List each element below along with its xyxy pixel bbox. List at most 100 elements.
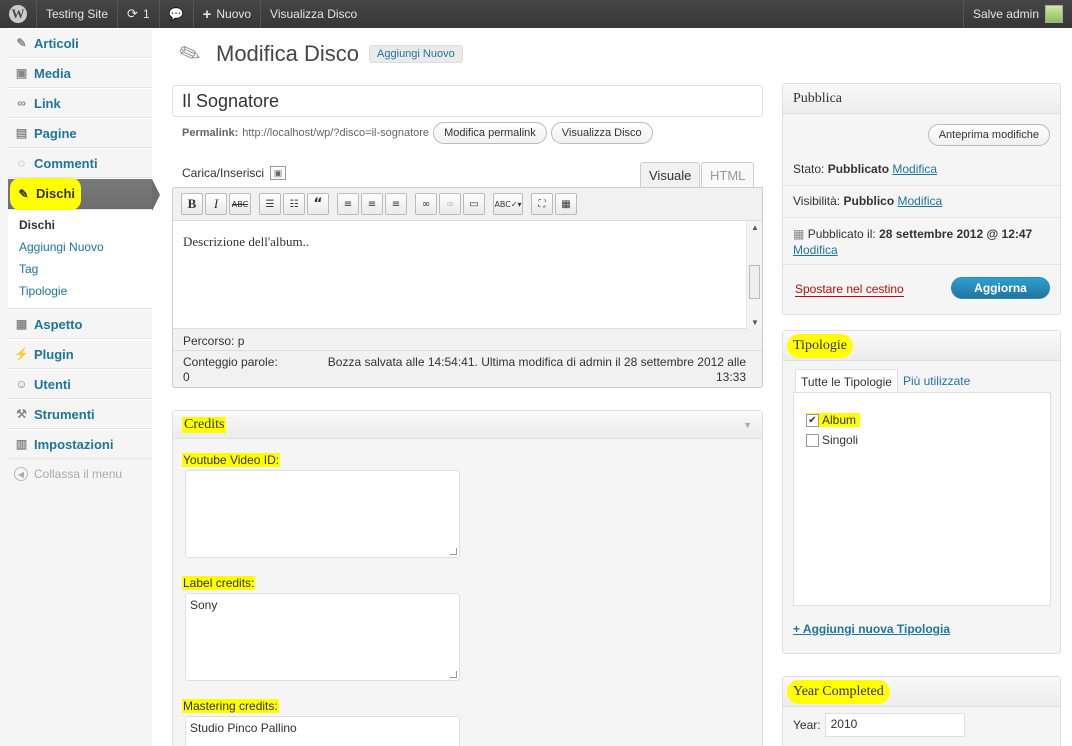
tab-all-tipologie[interactable]: Tutte le Tipologie (795, 369, 898, 393)
status-row: Stato: Pubblicato Modifica (793, 162, 937, 176)
move-to-trash-link[interactable]: Spostare nel cestino (795, 282, 904, 297)
update-button[interactable]: Aggiorna (951, 277, 1050, 299)
comment-icon: ◌ (17, 156, 26, 170)
comments-link[interactable]: 💬 (160, 0, 194, 28)
bold-icon[interactable]: B (181, 193, 203, 215)
edit-date-link[interactable]: Modifica (793, 243, 838, 257)
submenu-item-dischi[interactable]: Dischi (8, 214, 152, 236)
numbered-list-icon[interactable]: ☷ (283, 193, 305, 215)
credits-header[interactable]: Credits ▼ (173, 411, 762, 439)
word-count: Conteggio parole: 0 (183, 355, 278, 385)
published-date-row: ▦ Pubblicato il: 28 settembre 2012 @ 12:… (793, 226, 1032, 258)
calendar-icon: ▦ (793, 227, 805, 241)
menu-item-media[interactable]: ▣ Media (8, 58, 152, 88)
site-name-link[interactable]: Testing Site (37, 0, 119, 28)
category-album[interactable]: ✔ Album (806, 413, 861, 427)
menu-label: Link (34, 95, 61, 111)
post-editor: B I ABC ☰ ☷ “ ≡ ≡ ≡ ∞ ∞ ▭ ABC✓▾ ⛶ ▦ Desc… (172, 187, 763, 388)
tools-icon: ⚒ (16, 407, 27, 421)
fullscreen-icon[interactable]: ⛶ (531, 193, 553, 215)
permalink-row: Permalink: http://localhost/wp/?disco=il… (182, 122, 653, 144)
my-account-menu[interactable]: Salve admin (962, 0, 1072, 28)
permalink-label: Permalink: (182, 127, 239, 139)
word-count-label: Conteggio parole: (183, 355, 278, 369)
upload-label: Carica/Inserisci (182, 166, 265, 180)
tipologie-tabs: Tutte le Tipologie Più utilizzate (795, 369, 975, 393)
more-tag-icon[interactable]: ▭ (463, 193, 485, 215)
label-credits-field[interactable]: Sony (185, 593, 460, 681)
editor-content[interactable]: Descrizione dell'album.. ▲ ▼ (173, 221, 762, 329)
strikethrough-icon[interactable]: ABC (229, 193, 251, 215)
edit-permalink-button[interactable]: Modifica permalink (433, 122, 547, 144)
editor-scrollbar[interactable]: ▲ ▼ (746, 221, 762, 329)
menu-label: Impostazioni (34, 436, 114, 452)
tab-visual[interactable]: Visuale (640, 162, 701, 188)
align-right-icon[interactable]: ≡ (385, 193, 407, 215)
year-input[interactable]: 2010 (824, 713, 965, 737)
label-credits-label: Label credits: (182, 576, 256, 590)
submenu-item-add-new[interactable]: Aggiungi Nuovo (8, 236, 152, 258)
add-new-tipologia-link[interactable]: + Aggiungi nuova Tipologia (793, 622, 950, 636)
spellcheck-icon[interactable]: ABC✓▾ (493, 193, 523, 215)
submenu-item-tipologie[interactable]: Tipologie (8, 280, 152, 302)
scroll-down-icon[interactable]: ▼ (751, 318, 759, 327)
new-content-menu[interactable]: + Nuovo (194, 0, 262, 28)
italic-icon[interactable]: I (205, 193, 227, 215)
plugin-icon: ⚡ (14, 347, 29, 361)
mastering-credits-field[interactable]: Studio Pinco Pallino (185, 716, 460, 746)
page-header: ✎ Modifica Disco Aggiungi Nuovo (172, 36, 463, 72)
bullet-list-icon[interactable]: ☰ (259, 193, 281, 215)
collapse-menu-button[interactable]: ◀ Collassa il menu (8, 459, 152, 489)
preview-changes-button[interactable]: Anteprima modifiche (927, 124, 1050, 146)
menu-item-strumenti[interactable]: ⚒ Strumenti (8, 399, 152, 429)
tipologie-header[interactable]: Tipologie (783, 331, 1060, 361)
menu-item-commenti[interactable]: ◌ Commenti (8, 148, 152, 178)
view-post-button[interactable]: Visualizza Disco (550, 122, 653, 144)
kitchen-sink-icon[interactable]: ▦ (555, 193, 577, 215)
status-label: Stato: (793, 162, 825, 176)
edit-visibility-link[interactable]: Modifica (898, 194, 943, 208)
link-icon[interactable]: ∞ (415, 193, 437, 215)
unlink-icon[interactable]: ∞ (439, 193, 461, 215)
menu-item-plugin[interactable]: ⚡ Plugin (8, 339, 152, 369)
scroll-up-icon[interactable]: ▲ (751, 223, 759, 232)
menu-item-utenti[interactable]: ☺ Utenti (8, 369, 152, 399)
checkbox-checked-icon[interactable]: ✔ (806, 413, 819, 427)
submenu-item-tag[interactable]: Tag (8, 258, 152, 280)
menu-item-impostazioni[interactable]: ▥ Impostazioni (8, 429, 152, 459)
editor-content-text: Descrizione dell'album.. (183, 234, 310, 249)
menu-item-dischi[interactable]: ✎ Dischi (8, 178, 160, 211)
menu-item-pagine[interactable]: ▤ Pagine (8, 118, 152, 148)
align-left-icon[interactable]: ≡ (337, 193, 359, 215)
menu-item-aspetto[interactable]: ▦ Aspetto (8, 309, 152, 339)
updates-link[interactable]: ⟳ 1 (118, 0, 160, 28)
page-icon: ▤ (15, 126, 28, 140)
checkbox-icon[interactable] (806, 433, 819, 447)
menu-label: Aspetto (34, 316, 83, 332)
appearance-icon: ▦ (15, 317, 28, 331)
menu-item-articoli[interactable]: ✎ Articoli (8, 28, 152, 58)
edit-status-link[interactable]: Modifica (892, 162, 937, 176)
pushpin-icon: ✎ (174, 35, 206, 72)
publish-title[interactable]: Pubblica (783, 84, 1060, 114)
tab-html[interactable]: HTML (701, 162, 755, 188)
toggle-arrow-icon[interactable]: ▼ (743, 420, 752, 430)
align-center-icon[interactable]: ≡ (361, 193, 383, 215)
site-name-label: Testing Site (46, 7, 109, 21)
tab-most-used[interactable]: Più utilizzate (898, 369, 975, 393)
wp-logo-menu[interactable]: W (0, 0, 37, 28)
add-new-button[interactable]: Aggiungi Nuovo (369, 45, 463, 63)
path-value[interactable]: p (238, 334, 245, 348)
blockquote-icon[interactable]: “ (307, 193, 329, 215)
scroll-thumb[interactable] (749, 265, 760, 299)
category-singoli[interactable]: Singoli (806, 433, 858, 447)
youtube-id-field[interactable] (185, 470, 460, 558)
year-header[interactable]: Year Completed (783, 677, 1060, 707)
collapse-label: Collassa il menu (34, 467, 123, 481)
view-post-link[interactable]: Visualizza Disco (261, 0, 366, 28)
menu-item-link[interactable]: ∞ Link (8, 88, 152, 118)
add-media-icon[interactable]: ▣ (270, 166, 287, 180)
post-title-input[interactable]: Il Sognatore (172, 85, 763, 117)
path-label: Percorso: (183, 334, 235, 348)
comment-bubble-icon: 💬 (168, 7, 184, 21)
